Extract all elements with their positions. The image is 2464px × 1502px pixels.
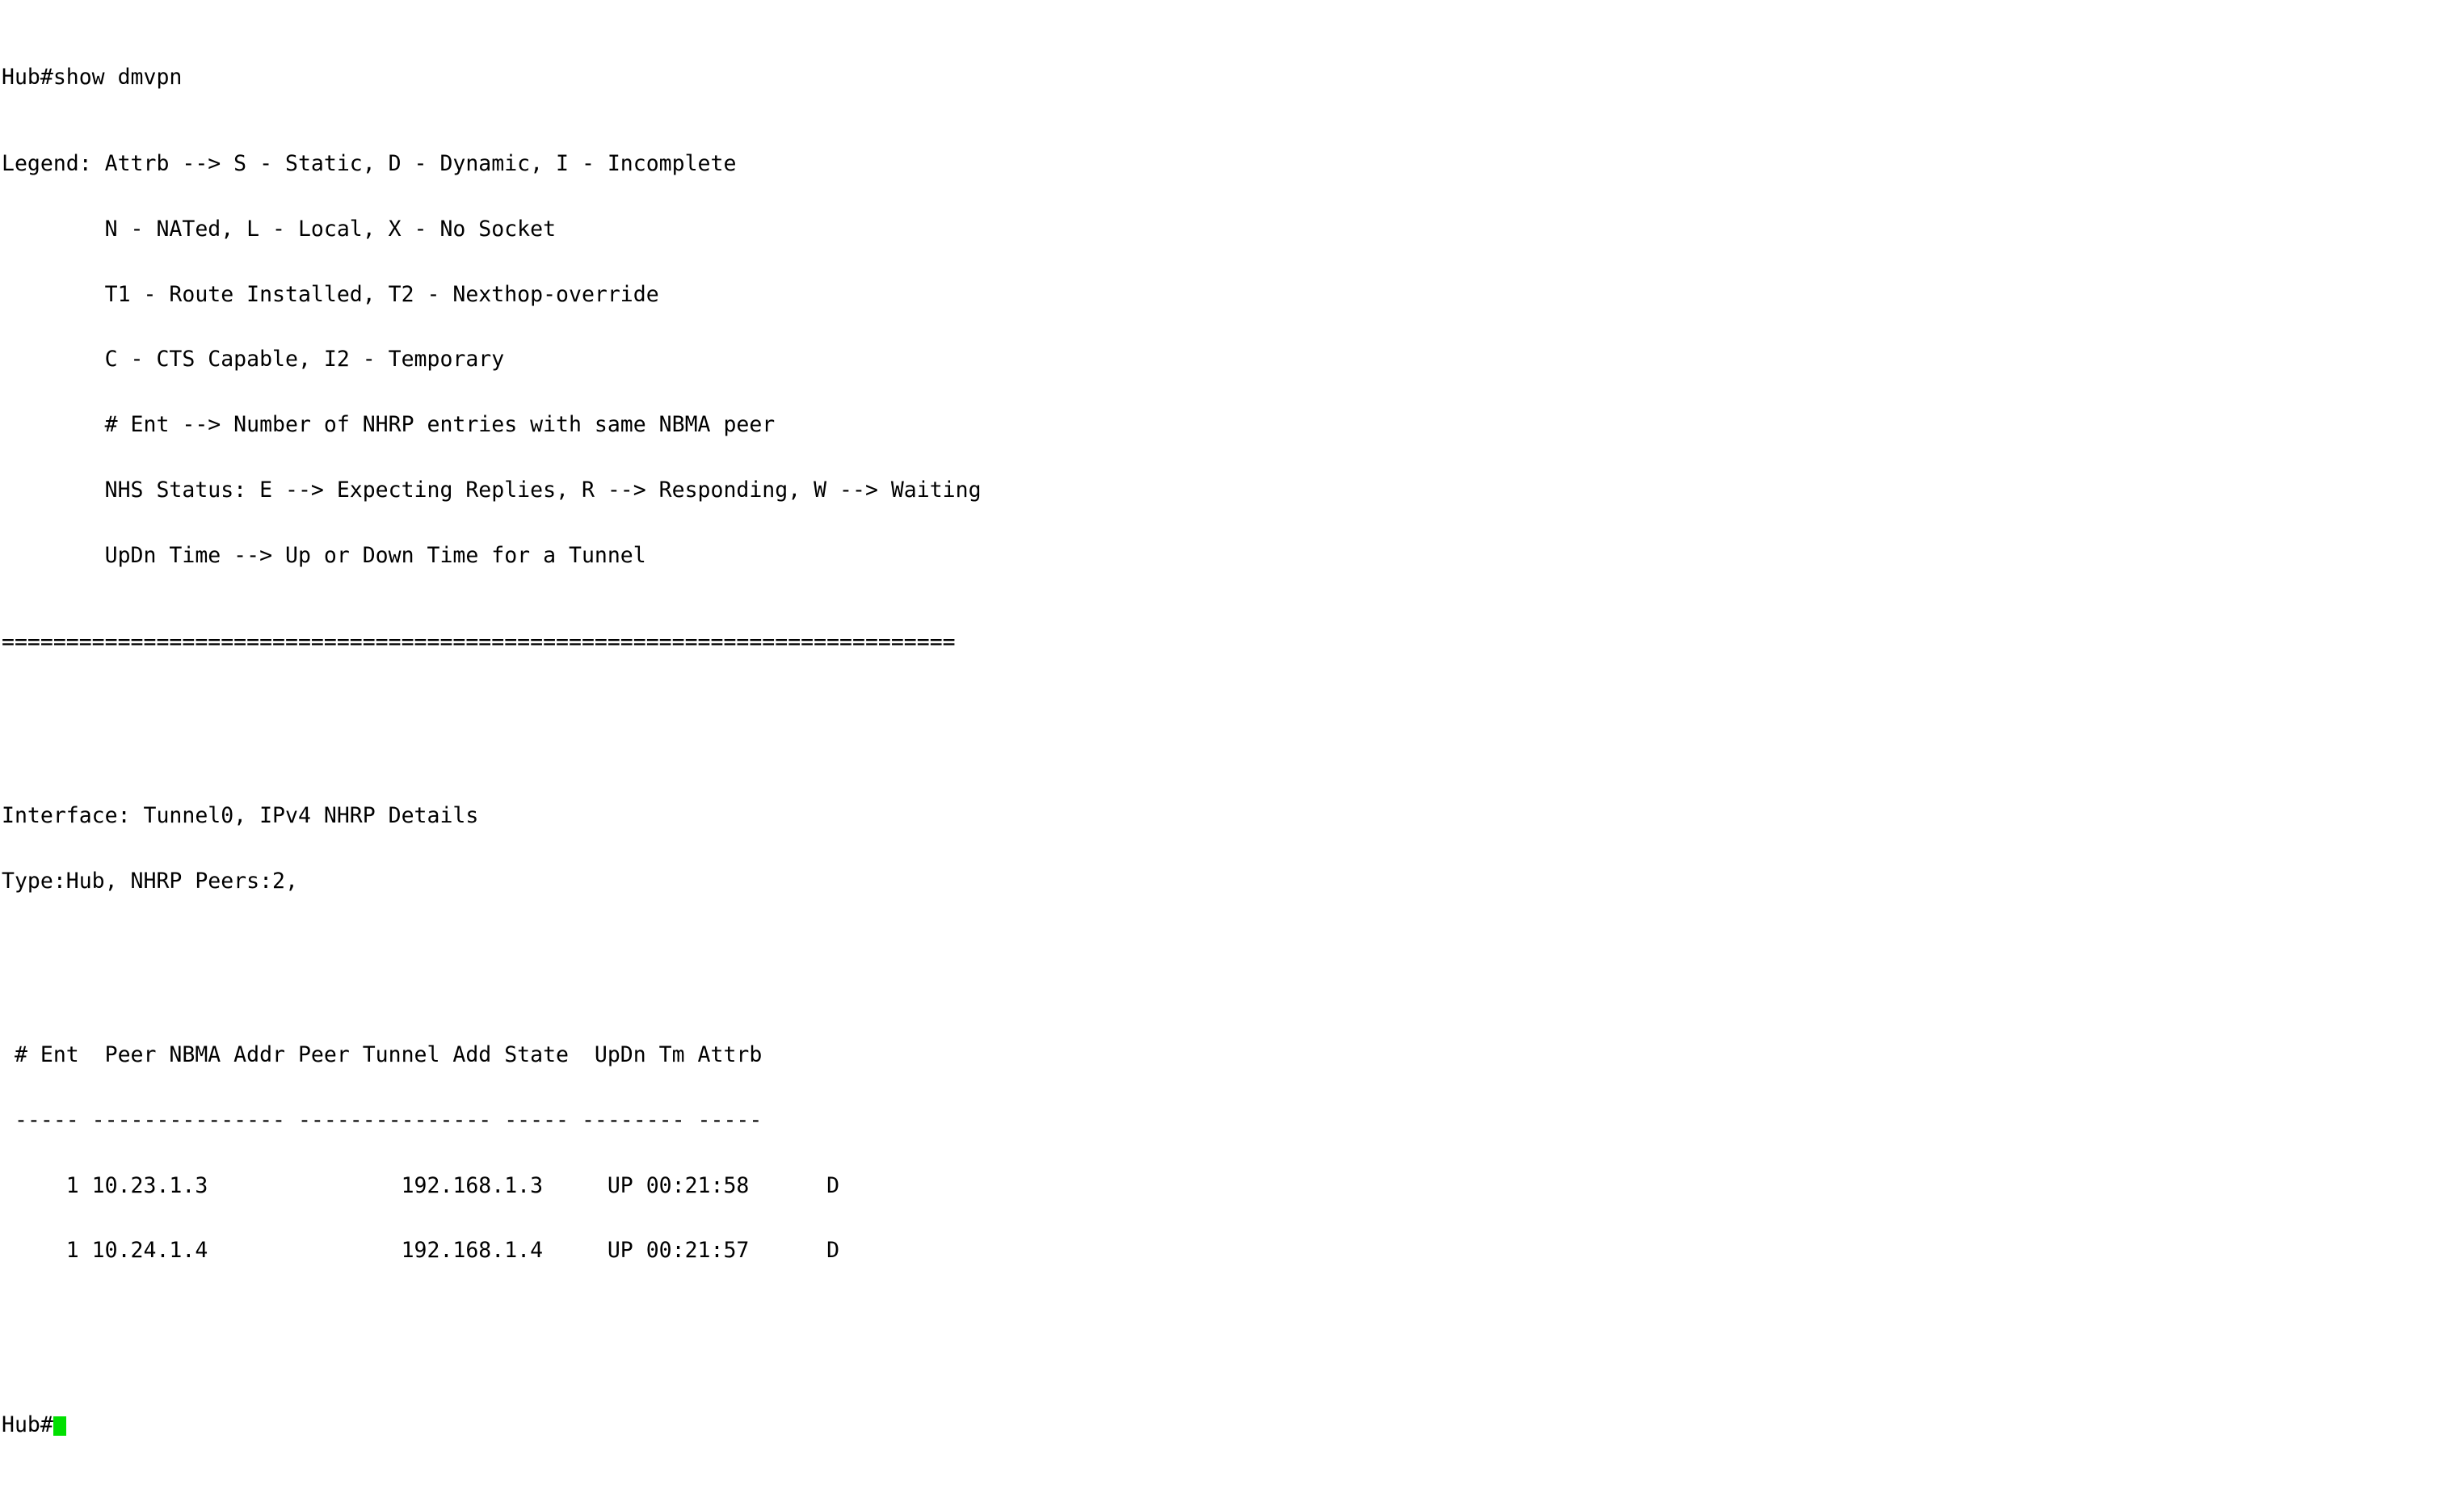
legend-line-route-installed: T1 - Route Installed, T2 - Nexthop-overr… bbox=[2, 281, 659, 307]
separator-line: ========================================… bbox=[2, 629, 956, 655]
legend-line-nated: N - NATed, L - Local, X - No Socket bbox=[2, 217, 557, 242]
blank-line-1 bbox=[2, 719, 982, 741]
text-cursor bbox=[53, 1416, 66, 1436]
legend-line-ent: # Ent --> Number of NHRP entries with sa… bbox=[2, 412, 776, 438]
terminal-window[interactable]: Hub#show dmvpn Legend: Attrb --> S - Sta… bbox=[0, 0, 2464, 1436]
legend-line-attrb: Legend: Attrb --> S - Static, D - Dynami… bbox=[2, 151, 737, 177]
final-prompt-line: Hub# bbox=[2, 1412, 982, 1437]
table-row: 1 10.24.1.4 192.168.1.4 UP 00:21:57 D bbox=[2, 1238, 840, 1264]
legend-line-nhs-status: NHS Status: E --> Expecting Replies, R -… bbox=[2, 477, 982, 503]
table-divider-row: ----- --------------- --------------- --… bbox=[2, 1108, 763, 1133]
table-row: 1 10.23.1.3 192.168.1.3 UP 00:21:58 D bbox=[2, 1172, 840, 1198]
table-header-row: # Ent Peer NBMA Addr Peer Tunnel Add Sta… bbox=[2, 1042, 763, 1068]
interface-line: Interface: Tunnel0, IPv4 NHRP Details bbox=[2, 803, 479, 829]
blank-line-3 bbox=[2, 1327, 982, 1349]
legend-line-cts-capable: C - CTS Capable, I2 - Temporary bbox=[2, 347, 505, 372]
blank-line-2 bbox=[2, 958, 982, 980]
command-line: Hub#show dmvpn bbox=[2, 64, 183, 90]
prompt-text: Hub# bbox=[2, 1412, 53, 1437]
type-peers-line: Type:Hub, NHRP Peers:2, bbox=[2, 869, 298, 894]
terminal-output: Hub#show dmvpn Legend: Attrb --> S - Sta… bbox=[2, 2, 982, 1501]
legend-line-updn-time: UpDn Time --> Up or Down Time for a Tunn… bbox=[2, 542, 646, 568]
